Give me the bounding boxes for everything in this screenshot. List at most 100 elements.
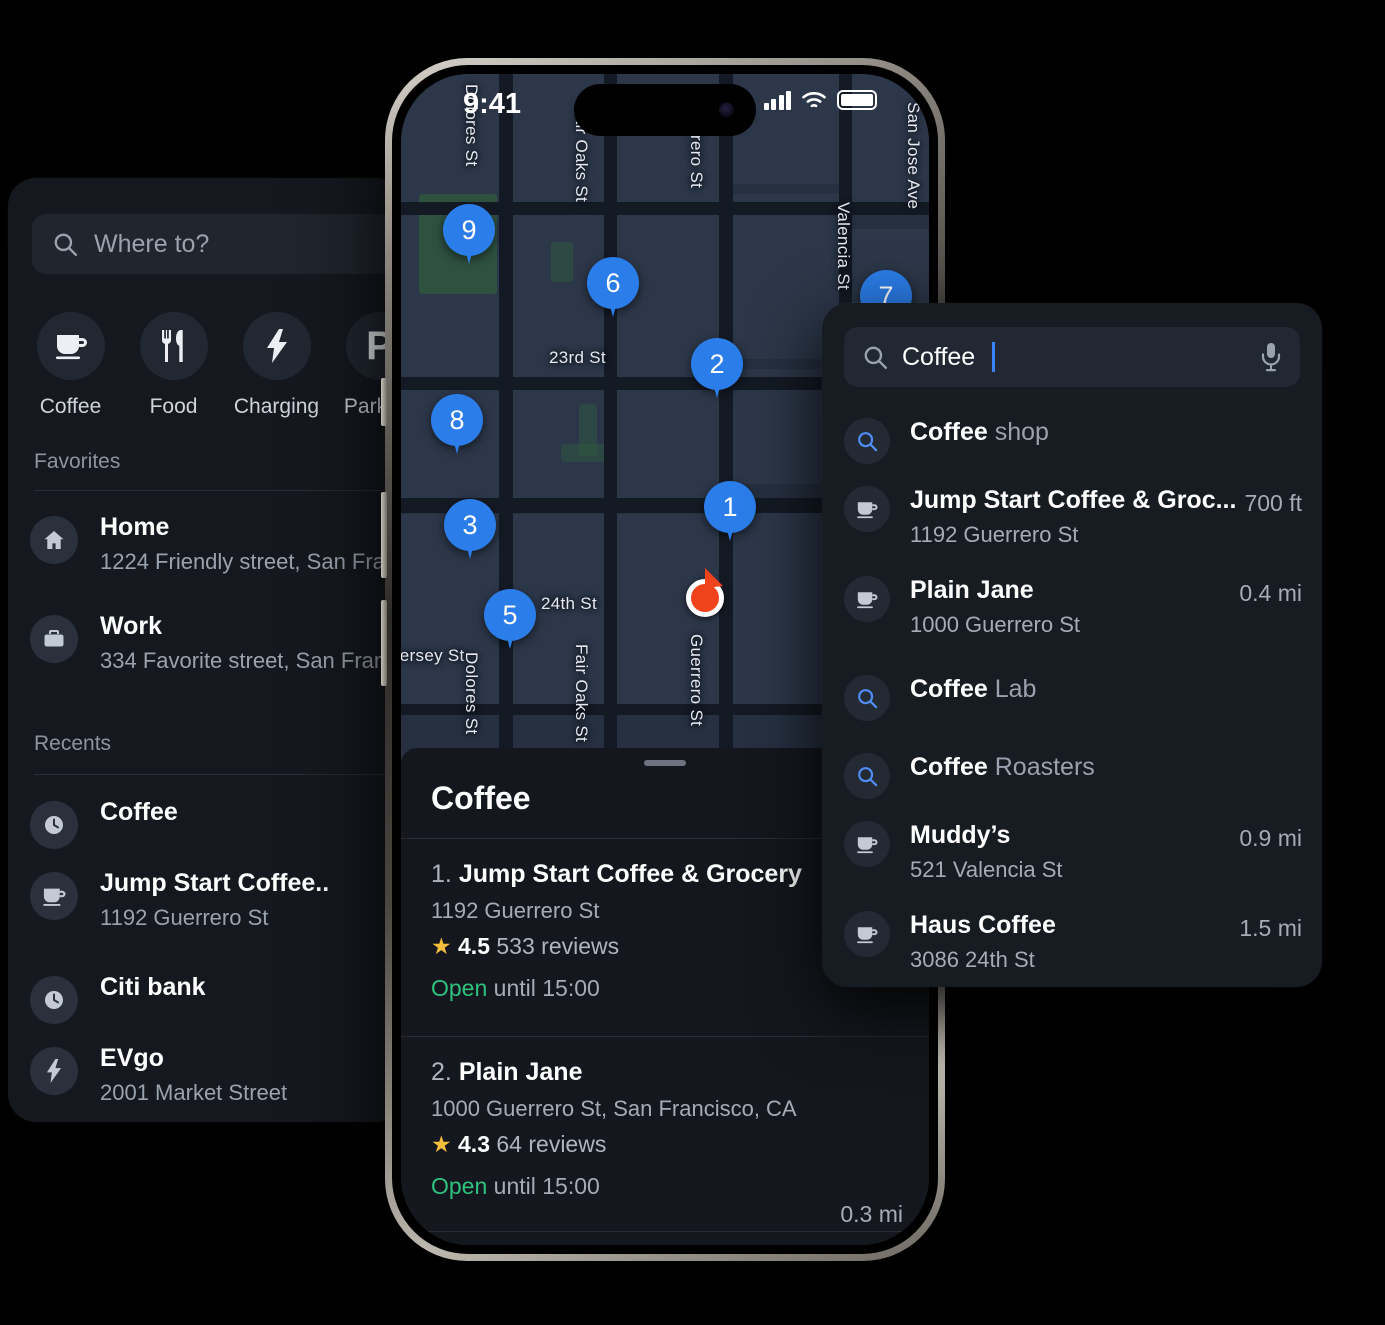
status-bar-time: 9:41 — [463, 88, 522, 120]
coffee-cup-icon — [36, 312, 105, 380]
map-pin-8[interactable]: 8 — [431, 394, 483, 446]
map-pin-2[interactable]: 2 — [691, 338, 743, 390]
current-location-marker — [686, 568, 724, 617]
result-1-hours: until 15:00 — [493, 975, 600, 1001]
home-icon — [30, 516, 78, 564]
sheet-drag-handle[interactable] — [644, 760, 686, 766]
suggestion-3-name: Plain Jane — [910, 576, 1034, 604]
result-2-distance: 0.3 mi — [840, 1201, 903, 1227]
coffee-cup-icon — [844, 576, 890, 622]
result-1-rating: 4.5 — [458, 933, 490, 959]
volume-up-button[interactable] — [381, 492, 387, 578]
suggestion-haus-coffee[interactable]: Haus Coffee 3086 24th St 1.5 mi — [844, 911, 1302, 973]
result-row-2[interactable]: 2. Plain Jane 1000 Guerrero St, San Fran… — [431, 1058, 903, 1228]
result-2-index: 2. — [431, 1058, 452, 1086]
coffee-cup-icon — [844, 486, 890, 532]
result-2-rating: 4.3 — [458, 1131, 490, 1157]
search-suggestions-panel: Coffee Coffee shop Jump Start Coffee & G… — [822, 303, 1322, 987]
suggestion-coffee-lab[interactable]: Coffee Lab — [844, 675, 1302, 721]
suggestion-1-match: Coffee — [910, 418, 988, 446]
category-coffee[interactable]: Coffee — [30, 312, 111, 419]
volume-down-button[interactable] — [381, 600, 387, 686]
suggestion-2-name: Jump Start Coffee & Groc... — [910, 486, 1237, 514]
star-icon: ★ — [431, 1131, 452, 1157]
suggestion-3-address: 1000 Guerrero St — [910, 612, 1080, 637]
where-to-search-input[interactable]: Where to? — [32, 214, 404, 274]
favorite-item-work[interactable]: Work 334 Favorite street, San Francisco,… — [30, 611, 404, 674]
divider — [401, 1231, 929, 1232]
recent-item-evgo[interactable]: EVgo 2001 Market Street — [30, 1043, 404, 1106]
signal-bars-icon — [763, 90, 791, 110]
lightning-bolt-icon — [242, 312, 311, 380]
suggestion-muddys[interactable]: Muddy’s 521 Valencia St 0.9 mi — [844, 821, 1302, 883]
suggestion-plain-jane[interactable]: Plain Jane 1000 Guerrero St 0.4 mi — [844, 576, 1302, 638]
category-charging-label: Charging — [233, 395, 320, 418]
suggestion-6-name: Muddy’s — [910, 821, 1011, 849]
map-pin-5[interactable]: 5 — [484, 589, 536, 641]
fork-knife-icon — [139, 312, 208, 380]
result-2-name: Plain Jane — [458, 1058, 583, 1086]
favorite-home-address: 1224 Friendly street, San Francisco, CA — [100, 549, 404, 575]
search-icon — [844, 675, 890, 721]
result-1-open-badge: Open — [431, 975, 488, 1001]
recent-evgo-name: EVgo — [100, 1044, 164, 1072]
recent-citi-bank-name: Citi bank — [100, 973, 206, 1001]
suggestion-2-distance: 700 ft — [1244, 490, 1302, 516]
recents-heading: Recents — [34, 732, 112, 755]
category-shortcuts: Coffee Food Charging P Par — [30, 312, 404, 419]
front-camera-icon — [719, 102, 734, 118]
mute-switch[interactable] — [381, 378, 387, 426]
suggestion-5-rest: Roasters — [987, 753, 1095, 781]
wifi-icon — [801, 90, 827, 110]
suggestion-jump-start-coffee[interactable]: Jump Start Coffee & Groc... 1192 Guerrer… — [844, 486, 1302, 548]
map-pin-6[interactable]: 6 — [587, 257, 639, 309]
street-label-fair-oaks-st-lower: Fair Oaks St — [572, 644, 591, 743]
result-1-name: Jump Start Coffee & Grocery — [458, 860, 802, 888]
street-label-valencia-st: Valencia St — [834, 202, 853, 291]
result-1-reviews: 533 reviews — [496, 933, 620, 959]
suggestion-1-rest: shop — [987, 418, 1049, 446]
search-input-value: Coffee — [902, 342, 976, 371]
map-pin-1[interactable]: 1 — [704, 481, 756, 533]
search-input[interactable]: Coffee — [844, 327, 1300, 387]
microphone-icon[interactable] — [1260, 342, 1282, 372]
category-food-label: Food — [149, 395, 198, 418]
favorites-heading: Favorites — [34, 450, 121, 473]
recent-evgo-address: 2001 Market Street — [100, 1080, 288, 1106]
suggestion-4-match: Coffee — [910, 675, 988, 703]
briefcase-icon — [30, 615, 78, 663]
recent-item-jump-start[interactable]: Jump Start Coffee.. 1192 Guerrero St — [30, 868, 404, 931]
map-pin-9[interactable]: 9 — [443, 204, 495, 256]
result-2-address: 1000 Guerrero St, San Francisco, CA — [431, 1096, 797, 1121]
recent-item-coffee[interactable]: Coffee — [30, 797, 404, 849]
sheet-title: Coffee — [431, 780, 531, 816]
coffee-cup-icon — [844, 911, 890, 957]
result-2-open-badge: Open — [431, 1173, 488, 1199]
recent-jump-start-name: Jump Start Coffee.. — [100, 869, 330, 897]
favorites-panel: Where to? Coffee Food Charging P Par Fav… — [8, 178, 404, 1122]
category-charging[interactable]: Charging — [233, 312, 320, 419]
search-icon — [52, 231, 78, 257]
street-label-dolores-st-lower: Dolores St — [462, 652, 481, 735]
street-label-24th-st: 24th St — [541, 594, 597, 613]
clock-icon — [30, 801, 78, 849]
suggestion-coffee-roasters[interactable]: Coffee Roasters — [844, 753, 1302, 799]
recent-jump-start-address: 1192 Guerrero St — [100, 905, 269, 931]
suggestion-7-address: 3086 24th St — [910, 947, 1035, 972]
suggestion-coffee-shop[interactable]: Coffee shop — [844, 418, 1302, 464]
status-bar: 9:41 — [401, 74, 929, 136]
recent-item-citi-bank[interactable]: Citi bank — [30, 972, 404, 1024]
category-coffee-label: Coffee — [39, 395, 102, 418]
coffee-cup-icon — [30, 872, 78, 920]
divider — [34, 490, 404, 491]
favorite-item-home[interactable]: Home 1224 Friendly street, San Francisco… — [30, 512, 404, 575]
street-label-guerrero-st-lower: Guerrero St — [687, 634, 706, 727]
clock-icon — [30, 976, 78, 1024]
street-label-jersey-st: Jersey St — [401, 646, 465, 665]
favorite-home-name: Home — [100, 513, 170, 541]
search-icon — [844, 418, 890, 464]
map-pin-3[interactable]: 3 — [444, 499, 496, 551]
suggestion-3-distance: 0.4 mi — [1239, 580, 1302, 606]
category-food[interactable]: Food — [133, 312, 214, 419]
suggestion-7-distance: 1.5 mi — [1239, 915, 1302, 941]
